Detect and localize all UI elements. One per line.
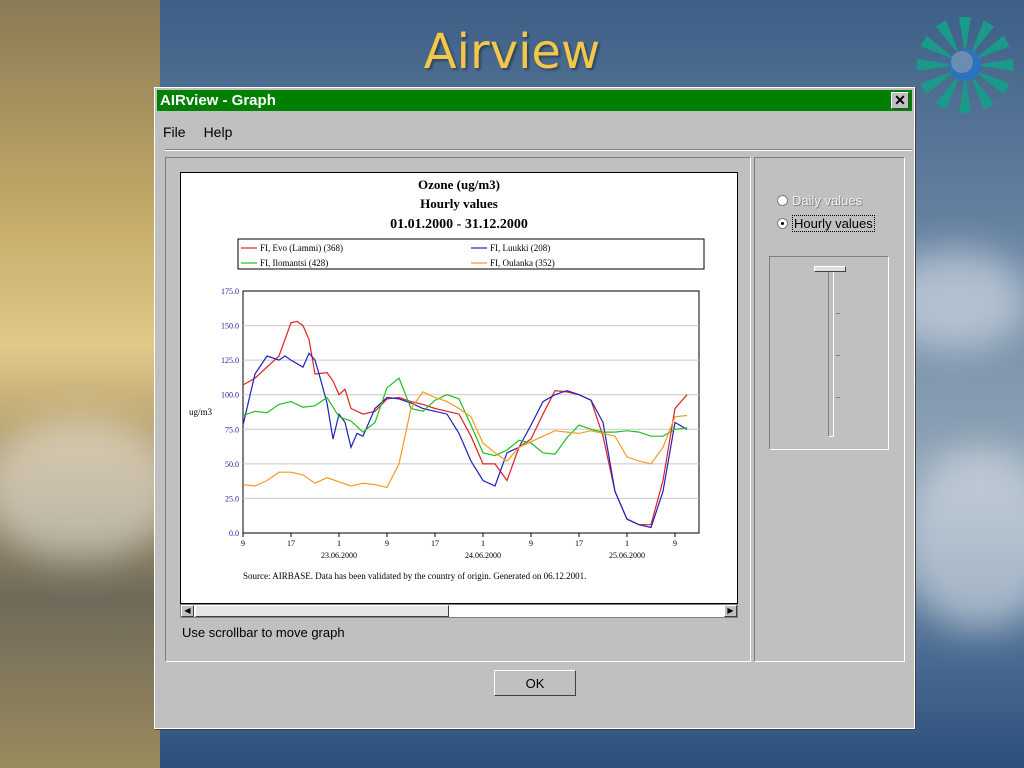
y-tick-label: 175.0 — [221, 287, 239, 296]
legend-entry: FI, Luukki (208) — [490, 243, 550, 253]
zoom-slider-box — [769, 256, 889, 450]
airview-graph-window: AIRview - Graph ✕ File Help Ozone (ug/m3… — [154, 87, 915, 729]
y-tick-label: 25.0 — [225, 494, 239, 503]
x-tick-label: 17 — [575, 539, 583, 548]
radio-daily-label: Daily values — [792, 193, 863, 208]
y-axis-label: ug/m3 — [189, 407, 213, 417]
radio-daily-values[interactable]: Daily values — [777, 193, 862, 208]
legend-entry: FI, Ilomantsi (428) — [260, 258, 328, 268]
sun-logo-icon — [917, 17, 1013, 113]
menu-bar: File Help — [163, 124, 232, 140]
radio-hourly-indicator[interactable] — [777, 218, 788, 229]
background-left-strip — [0, 0, 160, 768]
zoom-slider-track[interactable] — [828, 269, 834, 437]
y-tick-label: 75.0 — [225, 425, 239, 434]
x-tick-label: 9 — [241, 539, 245, 548]
ozone-line-chart: Ozone (ug/m3) Hourly values 01.01.2000 - 3… — [189, 177, 705, 581]
slider-tick — [836, 397, 840, 398]
background-cloud — [900, 450, 1024, 630]
graph-horizontal-scrollbar[interactable]: ◀ ▶ — [180, 604, 738, 618]
chart-subtitle: Hourly values — [420, 196, 498, 211]
slider-tick — [836, 355, 840, 356]
scroll-hint-text: Use scrollbar to move graph — [182, 625, 345, 640]
close-button[interactable]: ✕ — [891, 92, 909, 109]
y-tick-label: 0.0 — [229, 529, 239, 538]
y-tick-label: 150.0 — [221, 322, 239, 331]
x-date-label: 25.06.2000 — [609, 551, 645, 560]
x-tick-label: 1 — [337, 539, 341, 548]
window-title: AIRview - Graph — [160, 92, 276, 109]
graph-panel: Ozone (ug/m3) Hourly values 01.01.2000 - 3… — [165, 157, 751, 662]
menu-help[interactable]: Help — [204, 124, 233, 140]
y-tick-label: 50.0 — [225, 460, 239, 469]
chart-title: Ozone (ug/m3) — [418, 177, 500, 192]
plot-area — [242, 290, 700, 534]
zoom-slider-thumb[interactable] — [814, 266, 846, 272]
scroll-right-arrow-icon[interactable]: ▶ — [724, 605, 737, 617]
scrollbar-thumb[interactable] — [195, 605, 449, 617]
chart-date-range: 01.01.2000 - 31.12.2000 — [390, 217, 528, 232]
legend-entry: FI, Evo (Lammi) (368) — [260, 243, 343, 253]
x-date-label: 24.06.2000 — [465, 551, 501, 560]
slide-title: Airview — [423, 24, 601, 80]
chart-source-note: Source: AIRBASE. Data has been validated… — [243, 571, 586, 581]
scroll-left-arrow-icon[interactable]: ◀ — [181, 605, 194, 617]
x-tick-label: 1 — [481, 539, 485, 548]
x-tick-label: 17 — [431, 539, 439, 548]
x-tick-label: 9 — [385, 539, 389, 548]
x-tick-label: 9 — [673, 539, 677, 548]
menu-separator — [165, 149, 912, 151]
x-tick-label: 17 — [287, 539, 295, 548]
y-tick-label: 125.0 — [221, 356, 239, 365]
x-date-label: 23.06.2000 — [321, 551, 357, 560]
x-tick-label: 1 — [625, 539, 629, 548]
legend-entry: FI, Oulanka (352) — [490, 258, 555, 268]
radio-hourly-label: Hourly values — [792, 215, 875, 232]
window-titlebar[interactable]: AIRview - Graph ✕ — [157, 90, 912, 111]
radio-daily-indicator[interactable] — [777, 195, 788, 206]
radio-hourly-values[interactable]: Hourly values — [777, 215, 875, 232]
menu-file[interactable]: File — [163, 124, 186, 140]
graph-canvas: Ozone (ug/m3) Hourly values 01.01.2000 - 3… — [180, 172, 738, 604]
slider-tick — [836, 313, 840, 314]
y-tick-label: 100.0 — [221, 391, 239, 400]
options-panel: Daily values Hourly values — [754, 157, 905, 662]
ok-button[interactable]: OK — [494, 670, 576, 696]
x-tick-label: 9 — [529, 539, 533, 548]
